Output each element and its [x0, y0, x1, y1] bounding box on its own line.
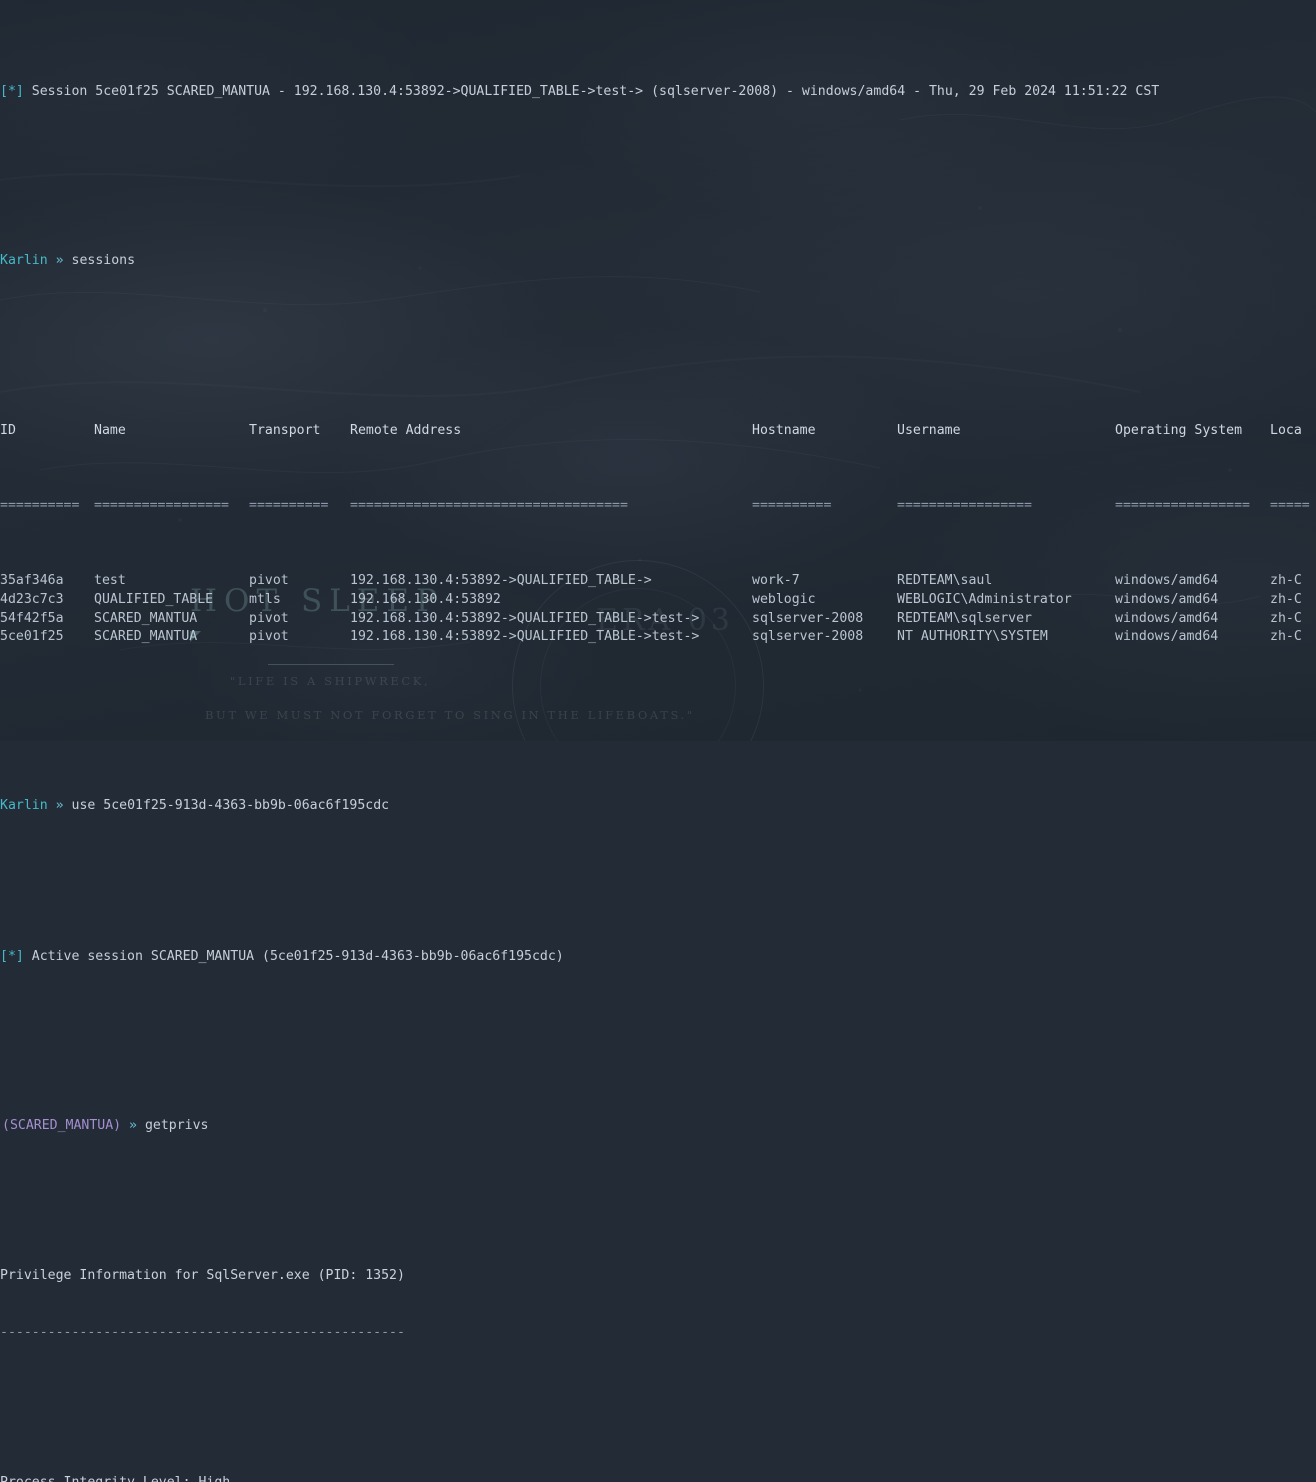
session-cell-name: SCARED_MANTUA: [94, 610, 198, 626]
col-header-hostname: Hostname: [752, 422, 816, 438]
session-cell-username: WEBLOGIC\Administrator: [897, 591, 1072, 607]
process-integrity-level: Process Integrity Level: High: [0, 1474, 1316, 1482]
active-session-text: Active session SCARED_MANTUA (5ce01f25-9…: [31, 948, 564, 964]
prompt-line-getprivs[interactable]: (SCARED_MANTUA) » getprivs: [0, 1117, 1316, 1136]
prompt-command-getprivs: getprivs: [144, 1118, 209, 1134]
col-header-name: Name: [94, 422, 126, 438]
prompt-arrow-icon: »: [129, 1118, 137, 1134]
rule-remote-address: ===================================: [350, 497, 628, 513]
session-cell-hostname: sqlserver-2008: [752, 629, 864, 645]
session-cell-remote-address: 192.168.130.4:53892->QUALIFIED_TABLE->te…: [350, 629, 700, 645]
sessions-table-body[interactable]: 35af346a test pivot 192.168.130.4:53892->QU…: [0, 572, 1316, 647]
col-header-id: ID: [0, 422, 16, 438]
session-cell-transport: mtls: [249, 591, 281, 607]
session-cell-os: windows/amd64: [1115, 591, 1219, 607]
session-cell-locale: zh-C: [1270, 610, 1302, 626]
rule-id: ==========: [0, 497, 80, 513]
session-cell-transport: pivot: [249, 629, 289, 645]
col-header-operating-system: Operating System: [1115, 422, 1243, 438]
table-row[interactable]: 4d23c7c3 QUALIFIED_TABLE mtls 192.168.130.4…: [0, 591, 1316, 610]
session-cell-locale: zh-C: [1270, 591, 1302, 607]
session-cell-name: SCARED_MANTUA: [94, 629, 198, 645]
prompt-line-use[interactable]: Karlin » use 5ce01f25-913d-4363-bb9b-06a…: [0, 797, 1316, 816]
prompt-user: Karlin: [0, 798, 48, 814]
col-header-username: Username: [897, 422, 961, 438]
rule-name: =================: [94, 497, 229, 513]
session-cell-hostname: sqlserver-2008: [752, 610, 864, 626]
session-cell-name: test: [94, 572, 126, 588]
prompt-user: Karlin: [0, 253, 48, 269]
banner-text: Session 5ce01f25 SCARED_MANTUA - 192.168…: [31, 84, 1160, 100]
prompt-line-sessions[interactable]: Karlin » sessions: [0, 252, 1316, 271]
active-session-line: [*] Active session SCARED_MANTUA (5ce01f…: [0, 948, 1316, 967]
sessions-table-header: ID Name Transport Remote Address Hostname Use…: [0, 422, 1316, 441]
prompt-command-sessions: sessions: [71, 253, 136, 269]
session-cell-locale: zh-C: [1270, 629, 1302, 645]
banner-marker: [*]: [0, 84, 24, 100]
privilege-info-heading: Privilege Information for SqlServer.exe …: [0, 1268, 405, 1284]
prompt-session-context: (SCARED_MANTUA): [2, 1118, 122, 1134]
prompt-command-use: use 5ce01f25-913d-4363-bb9b-06ac6f195cdc: [71, 798, 390, 814]
table-row[interactable]: 35af346a test pivot 192.168.130.4:53892->QU…: [0, 572, 1316, 591]
privilege-info-rule: ----------------------------------------…: [0, 1324, 405, 1340]
prompt-arrow-icon: »: [55, 253, 64, 269]
session-banner-line: [*] Session 5ce01f25 SCARED_MANTUA - 192…: [0, 83, 1316, 102]
prompt-arrow-icon: »: [55, 798, 64, 814]
col-header-transport: Transport: [249, 422, 321, 438]
session-cell-locale: zh-C: [1270, 572, 1302, 588]
col-header-locale: Loca: [1270, 422, 1302, 438]
rule-locale: =====: [1270, 497, 1310, 513]
session-cell-id: 4d23c7c3: [0, 591, 64, 607]
session-cell-remote-address: 192.168.130.4:53892->QUALIFIED_TABLE->te…: [350, 610, 700, 626]
session-cell-username: NT AUTHORITY\SYSTEM: [897, 629, 1048, 645]
rule-username: =================: [897, 497, 1032, 513]
session-cell-username: REDTEAM\saul: [897, 572, 993, 588]
session-cell-remote-address: 192.168.130.4:53892->QUALIFIED_TABLE->: [350, 572, 652, 588]
session-cell-id: 54f42f5a: [0, 610, 64, 626]
session-cell-remote-address: 192.168.130.4:53892: [350, 591, 501, 607]
rule-hostname: ==========: [752, 497, 832, 513]
table-row[interactable]: 5ce01f25 SCARED_MANTUA pivot 192.168.130.4:…: [0, 628, 1316, 647]
active-session-marker: [*]: [0, 948, 24, 964]
session-cell-id: 35af346a: [0, 572, 64, 588]
rule-operating-system: =================: [1115, 497, 1250, 513]
session-cell-os: windows/amd64: [1115, 610, 1219, 626]
table-row[interactable]: 54f42f5a SCARED_MANTUA pivot 192.168.130.4:…: [0, 610, 1316, 629]
session-cell-name: QUALIFIED_TABLE: [94, 591, 214, 607]
session-cell-id: 5ce01f25: [0, 629, 64, 645]
session-cell-username: REDTEAM\sqlserver: [897, 610, 1032, 626]
terminal-output[interactable]: [*] Session 5ce01f25 SCARED_MANTUA - 192…: [0, 0, 1316, 1482]
sessions-table-rule: ========== ================= ========== ===…: [0, 497, 1316, 516]
rule-transport: ==========: [249, 497, 329, 513]
session-cell-transport: pivot: [249, 610, 289, 626]
session-cell-hostname: work-7: [752, 572, 800, 588]
col-header-remote-address: Remote Address: [350, 422, 462, 438]
session-cell-transport: pivot: [249, 572, 289, 588]
session-cell-os: windows/amd64: [1115, 629, 1219, 645]
session-cell-hostname: weblogic: [752, 591, 816, 607]
session-cell-os: windows/amd64: [1115, 572, 1219, 588]
